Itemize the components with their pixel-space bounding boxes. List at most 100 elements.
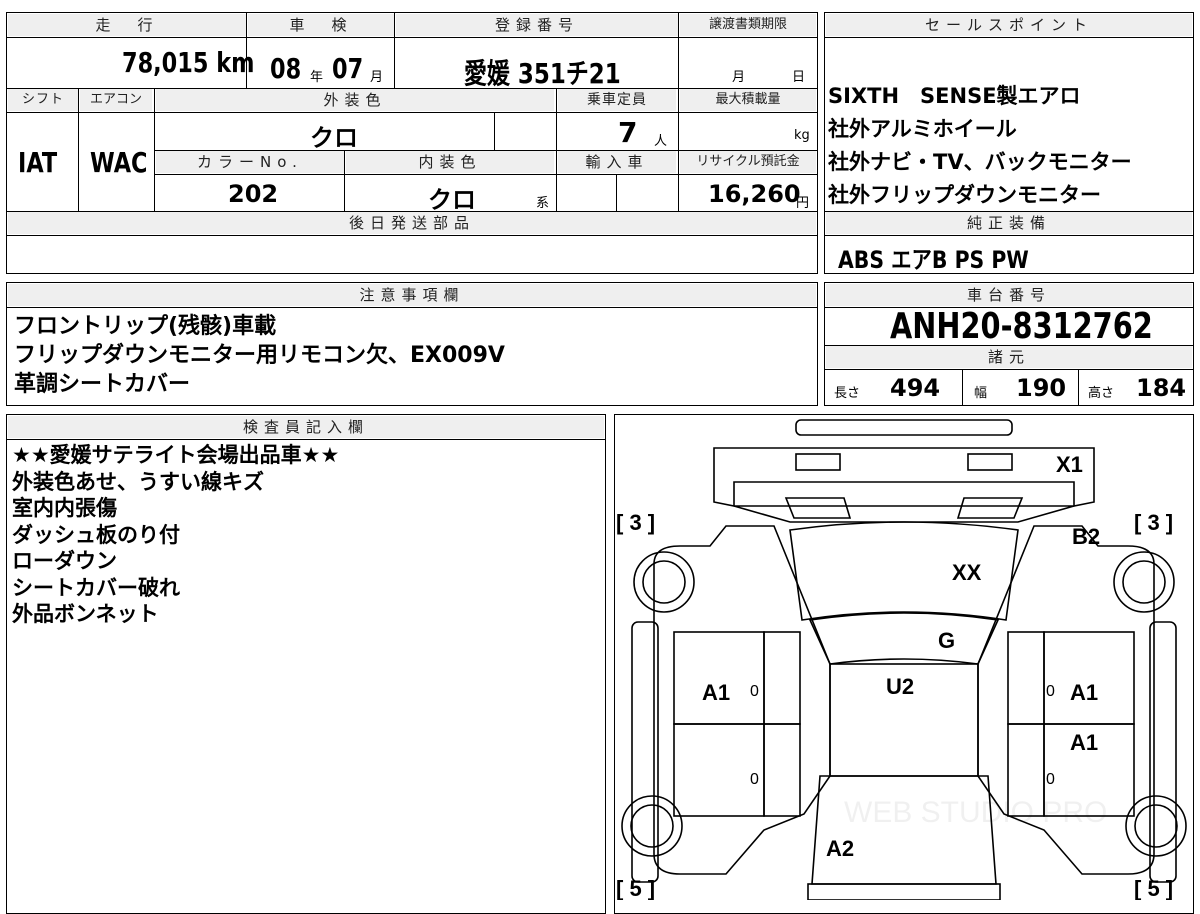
inspector-note-item: シートカバー破れ (12, 575, 180, 600)
note-item: フリップダウンモニター用リモコン欠、EX009V (14, 343, 505, 368)
header-inspector: 検査員記入欄 (8, 416, 604, 438)
damage-mark-xx: XX (952, 560, 982, 585)
header-sales-points: セールスポイント (826, 14, 1192, 36)
header-capacity: 乗車定員 (558, 89, 676, 111)
header-aircon: エアコン (80, 89, 152, 111)
header-import: 輸入車 (558, 151, 676, 173)
note-item: 革調シートカバー (14, 372, 191, 397)
transfer-day-label: 日 (792, 70, 806, 85)
length-value: 494 (890, 374, 941, 402)
inspector-note-item: 外品ボンネット (12, 602, 159, 626)
header-notes: 注意事項欄 (8, 284, 816, 306)
header-registration: 登録番号 (396, 14, 678, 36)
door-left-front (673, 631, 765, 725)
sales-point-item: 社外ナビ・TV、バックモニター (828, 150, 1132, 174)
damage-mark-a1-right-front: A1 (1070, 680, 1098, 705)
hood-vent-right (956, 497, 1024, 519)
hood-vent-left (784, 497, 852, 519)
header-inspection: 車 検 (248, 14, 394, 36)
header-chassis: 車台番号 (826, 284, 1192, 306)
door-handle-mark: 0 (750, 683, 759, 700)
pillar-left-rear (763, 723, 801, 817)
door-handle-mark: 0 (750, 771, 759, 788)
exterior-color-value: クロ (310, 124, 358, 152)
transfer-month-label: 月 (732, 70, 746, 85)
inspection-month-unit: 月 (370, 70, 384, 85)
door-left-rear (673, 723, 765, 817)
header-shift: シフト (8, 89, 78, 111)
tire-rear-right-shape (1125, 795, 1187, 857)
interior-color-suffix: 系 (536, 196, 550, 211)
inspector-note-item: ダッシュ板のり付 (12, 522, 180, 547)
damage-mark-a1-right-rear: A1 (1070, 730, 1098, 755)
registration-number: 愛媛 351チ21 (464, 57, 621, 90)
damage-mark-a2: A2 (826, 836, 854, 861)
inspection-month: 07 (332, 52, 364, 85)
headlight-right-shape (967, 453, 1013, 471)
header-equipment: 純正装備 (826, 212, 1192, 234)
header-interior-color: 内装色 (346, 151, 554, 173)
roof-front-shape (808, 612, 1000, 665)
damage-mark-x1: X1 (1056, 452, 1083, 477)
pillar-right-front (1007, 631, 1045, 725)
sales-point-item: SIXTH SENSE製エアロ (828, 84, 1081, 108)
rear-bumper-shape (807, 883, 1001, 900)
inspector-note-item: 室内内張傷 (12, 496, 117, 520)
header-transfer-deadline: 譲渡書類期限 (680, 14, 816, 36)
shift-value: IAT (18, 146, 58, 179)
height-value: 184 (1136, 374, 1187, 402)
length-label: 長さ (834, 386, 861, 401)
mileage-value: 78,015 km (122, 46, 255, 79)
sales-points-list: SIXTH SENSE製エアロ 社外アルミホイール 社外ナビ・TV、バックモニタ… (828, 80, 1132, 212)
note-item: フロントリップ(残骸)車載 (14, 314, 277, 339)
damage-mark-u2: U2 (886, 674, 914, 699)
header-later-parts: 後日発送部品 (8, 212, 816, 234)
height-label: 高さ (1088, 386, 1115, 401)
width-value: 190 (1016, 374, 1067, 402)
front-bumper-shape (795, 419, 1013, 436)
sales-point-item: 社外フリップダウンモニター (828, 183, 1101, 207)
pillar-left-front (763, 631, 801, 725)
tire-front-right-shape (1113, 551, 1175, 613)
tire-score-front-left: [ 3 ] (616, 510, 655, 535)
load-unit: kg (794, 128, 810, 143)
tire-rear-left-shape (621, 795, 683, 857)
damage-mark-b2: B2 (1072, 524, 1100, 549)
damage-mark-g: G (938, 628, 955, 653)
capacity-unit: 人 (654, 134, 668, 149)
door-handle-mark: 0 (1046, 683, 1055, 700)
rear-window-shape (811, 775, 997, 885)
watermark: WEB STUDIO PRO (844, 796, 1107, 829)
chassis-number: ANH20-8312762 (890, 306, 1153, 347)
header-exterior-color: 外装色 (156, 89, 554, 111)
recycle-fee-value: 16,260 (708, 180, 801, 208)
inspector-note-item: ★★愛媛サテライト会場出品車★★ (12, 443, 340, 467)
header-recycle-fee: リサイクル預託金 (680, 151, 816, 173)
tire-score-front-right: [ 3 ] (1134, 510, 1173, 535)
vehicle-diagram: [ 3 ] [ 3 ] [ 5 ] [ 5 ] X1 B2 XX G U2 A1… (616, 419, 1187, 900)
recycle-fee-unit: 円 (796, 196, 810, 211)
header-max-load: 最大積載量 (680, 89, 816, 111)
notes-list: フロントリップ(残骸)車載 フリップダウンモニター用リモコン欠、EX009V 革… (14, 312, 505, 399)
aircon-value: WAC (90, 146, 148, 179)
hood-shape (733, 505, 1075, 523)
header-mileage: 走 行 (8, 14, 246, 36)
front-end-shape (713, 447, 1095, 507)
width-label: 幅 (974, 386, 988, 401)
damage-mark-a1-left: A1 (702, 680, 730, 705)
header-specs: 諸元 (826, 346, 1192, 368)
equipment-value: ABS エアB PS PW (838, 246, 1029, 274)
tire-front-left-shape (633, 551, 695, 613)
tire-score-rear-right: [ 5 ] (1134, 876, 1173, 900)
header-color-no: カラーNo. (156, 151, 344, 173)
headlight-left-shape (795, 453, 841, 471)
inspector-note-item: 外装色あせ、うすい線キズ (12, 469, 264, 494)
interior-color-value: クロ (428, 186, 476, 214)
inspector-note-item: ローダウン (12, 549, 117, 573)
inspection-year: 08 (270, 52, 302, 85)
color-no-value: 202 (228, 180, 279, 208)
windshield-shape (789, 521, 1019, 621)
capacity-value: 7 (618, 116, 638, 149)
sales-point-item: 社外アルミホイール (828, 117, 1017, 141)
door-handle-mark: 0 (1046, 771, 1055, 788)
